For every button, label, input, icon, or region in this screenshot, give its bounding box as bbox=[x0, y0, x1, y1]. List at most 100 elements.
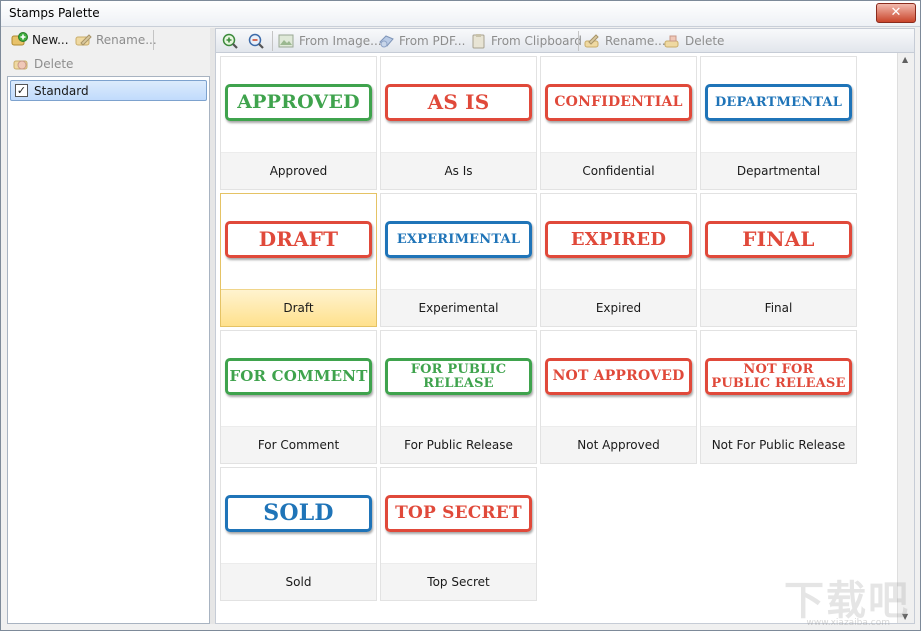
vertical-scrollbar[interactable]: ▲ ▼ bbox=[897, 53, 914, 623]
from-image-button[interactable]: From Image... bbox=[278, 30, 382, 52]
zoom-out-button[interactable] bbox=[248, 30, 265, 52]
stamp-text: CONFIDENTIAL bbox=[554, 94, 683, 110]
stamp-caption: Top Secret bbox=[381, 563, 536, 600]
stamp-card[interactable]: FINAL Final bbox=[700, 193, 857, 327]
stamp-text: APPROVED bbox=[237, 91, 360, 113]
window-title: Stamps Palette bbox=[9, 6, 100, 20]
from-clipboard-label: From Clipboard bbox=[491, 34, 582, 48]
stamp-image: CONFIDENTIAL bbox=[545, 84, 692, 121]
rename-stamp-label: Rename... bbox=[605, 34, 666, 48]
stamps-panel: From Image... From PDF... From Clipboard bbox=[215, 28, 915, 624]
new-label: New... bbox=[32, 33, 69, 47]
stamp-caption: Expired bbox=[541, 289, 696, 326]
new-stamp-icon bbox=[11, 32, 28, 48]
category-item-standard[interactable]: ✓ Standard bbox=[10, 80, 207, 101]
stamp-image: NOT FOR PUBLIC RELEASE bbox=[705, 358, 852, 395]
stamp-preview: FINAL bbox=[701, 194, 856, 289]
stamp-card[interactable]: CONFIDENTIAL Confidential bbox=[540, 56, 697, 190]
zoom-out-icon bbox=[248, 33, 265, 49]
stamp-card[interactable]: EXPIRED Expired bbox=[540, 193, 697, 327]
stamp-preview: EXPERIMENTAL bbox=[381, 194, 536, 289]
category-label: Standard bbox=[34, 83, 89, 98]
stamp-preview: NOT APPROVED bbox=[541, 331, 696, 426]
stamp-caption: Experimental bbox=[381, 289, 536, 326]
clipboard-icon bbox=[470, 33, 487, 49]
stamp-caption: For Public Release bbox=[381, 426, 536, 463]
stamp-preview: EXPIRED bbox=[541, 194, 696, 289]
stamp-card[interactable]: AS IS As Is bbox=[380, 56, 537, 190]
zoom-in-button[interactable] bbox=[222, 30, 239, 52]
stamp-image: FOR COMMENT bbox=[225, 358, 372, 395]
stamp-caption: Draft bbox=[221, 289, 376, 326]
stamp-card[interactable]: NOT FOR PUBLIC RELEASE Not For Public Rel… bbox=[700, 330, 857, 464]
delete-stamp-label: Delete bbox=[685, 34, 725, 48]
stamp-text: EXPERIMENTAL bbox=[396, 232, 521, 247]
image-icon bbox=[278, 33, 295, 49]
stamp-text: EXPIRED bbox=[570, 229, 667, 250]
delete-icon bbox=[13, 56, 30, 72]
stamp-caption: As Is bbox=[381, 152, 536, 189]
stamp-card[interactable]: NOT APPROVED Not Approved bbox=[540, 330, 697, 464]
delete-category-button[interactable]: Delete bbox=[13, 53, 73, 75]
stamp-caption: Sold bbox=[221, 563, 376, 600]
from-pdf-label: From PDF... bbox=[399, 34, 466, 48]
stamp-image: TOP SECRET bbox=[385, 495, 532, 532]
stamp-preview: DRAFT bbox=[221, 194, 376, 289]
stamp-card[interactable]: DRAFT Draft bbox=[220, 193, 377, 327]
title-bar: Stamps Palette ✕ bbox=[1, 1, 920, 27]
scroll-up-icon[interactable]: ▲ bbox=[902, 55, 908, 64]
category-panel: New... Rename... Delete ✓ Standard bbox=[7, 28, 210, 624]
new-category-button[interactable]: New... bbox=[11, 29, 69, 51]
stamp-card[interactable]: APPROVED Approved bbox=[220, 56, 377, 190]
stamp-card[interactable]: FOR PUBLIC RELEASE For Public Release bbox=[380, 330, 537, 464]
stamps-palette-window: Stamps Palette ✕ New... Rename... Delete… bbox=[0, 0, 921, 631]
category-checkbox[interactable]: ✓ bbox=[15, 84, 28, 97]
stamp-preview: DEPARTMENTAL bbox=[701, 57, 856, 152]
stamp-image: APPROVED bbox=[225, 84, 372, 121]
stamp-caption: Approved bbox=[221, 152, 376, 189]
stamp-card[interactable]: DEPARTMENTAL Departmental bbox=[700, 56, 857, 190]
stamp-text: SOLD bbox=[263, 500, 334, 526]
stamp-caption: Departmental bbox=[701, 152, 856, 189]
pdf-icon bbox=[378, 33, 395, 49]
stamps-toolbar: From Image... From PDF... From Clipboard bbox=[215, 28, 915, 53]
stamp-text: AS IS bbox=[427, 90, 490, 114]
stamp-card[interactable]: FOR COMMENT For Comment bbox=[220, 330, 377, 464]
stamp-image: SOLD bbox=[225, 495, 372, 532]
stamp-preview: FOR PUBLIC RELEASE bbox=[381, 331, 536, 426]
stamp-image: AS IS bbox=[385, 84, 532, 121]
rename-label: Rename... bbox=[96, 33, 157, 47]
stamp-card[interactable]: SOLD Sold bbox=[220, 467, 377, 601]
stamp-card[interactable]: EXPERIMENTAL Experimental bbox=[380, 193, 537, 327]
delete-stamp-button[interactable]: Delete bbox=[664, 30, 724, 52]
delete-icon bbox=[664, 33, 681, 49]
stamp-caption: Not For Public Release bbox=[701, 426, 856, 463]
stamp-image: DEPARTMENTAL bbox=[705, 84, 852, 121]
rename-category-button[interactable]: Rename... bbox=[75, 29, 157, 51]
stamp-card[interactable]: TOP SECRET Top Secret bbox=[380, 467, 537, 601]
stamp-caption: Final bbox=[701, 289, 856, 326]
stamp-preview: NOT FOR PUBLIC RELEASE bbox=[701, 331, 856, 426]
stamp-image: FOR PUBLIC RELEASE bbox=[385, 358, 532, 395]
watermark-url: www.xiazaiba.com bbox=[806, 618, 890, 628]
stamp-preview: FOR COMMENT bbox=[221, 331, 376, 426]
close-button[interactable]: ✕ bbox=[876, 3, 916, 23]
stamp-text: NOT APPROVED bbox=[552, 368, 685, 384]
stamp-image: DRAFT bbox=[225, 221, 372, 258]
stamp-preview: SOLD bbox=[221, 468, 376, 563]
stamps-grid-area: APPROVED Approved AS IS As Is CONFIDENTIAL Co… bbox=[215, 53, 915, 624]
toolbar-separator bbox=[153, 30, 154, 50]
category-list: ✓ Standard bbox=[7, 76, 210, 624]
toolbar-separator bbox=[272, 31, 273, 51]
stamp-caption: Not Approved bbox=[541, 426, 696, 463]
from-clipboard-button[interactable]: From Clipboard bbox=[470, 30, 582, 52]
stamp-text: FOR PUBLIC RELEASE bbox=[410, 361, 507, 391]
toolbar-separator bbox=[578, 31, 579, 51]
stamp-image: EXPIRED bbox=[545, 221, 692, 258]
from-pdf-button[interactable]: From PDF... bbox=[378, 30, 465, 52]
stamp-text: DRAFT bbox=[258, 227, 339, 251]
stamp-preview: APPROVED bbox=[221, 57, 376, 152]
rename-stamp-button[interactable]: Rename... bbox=[584, 30, 666, 52]
from-image-label: From Image... bbox=[299, 34, 382, 48]
stamp-preview: AS IS bbox=[381, 57, 536, 152]
